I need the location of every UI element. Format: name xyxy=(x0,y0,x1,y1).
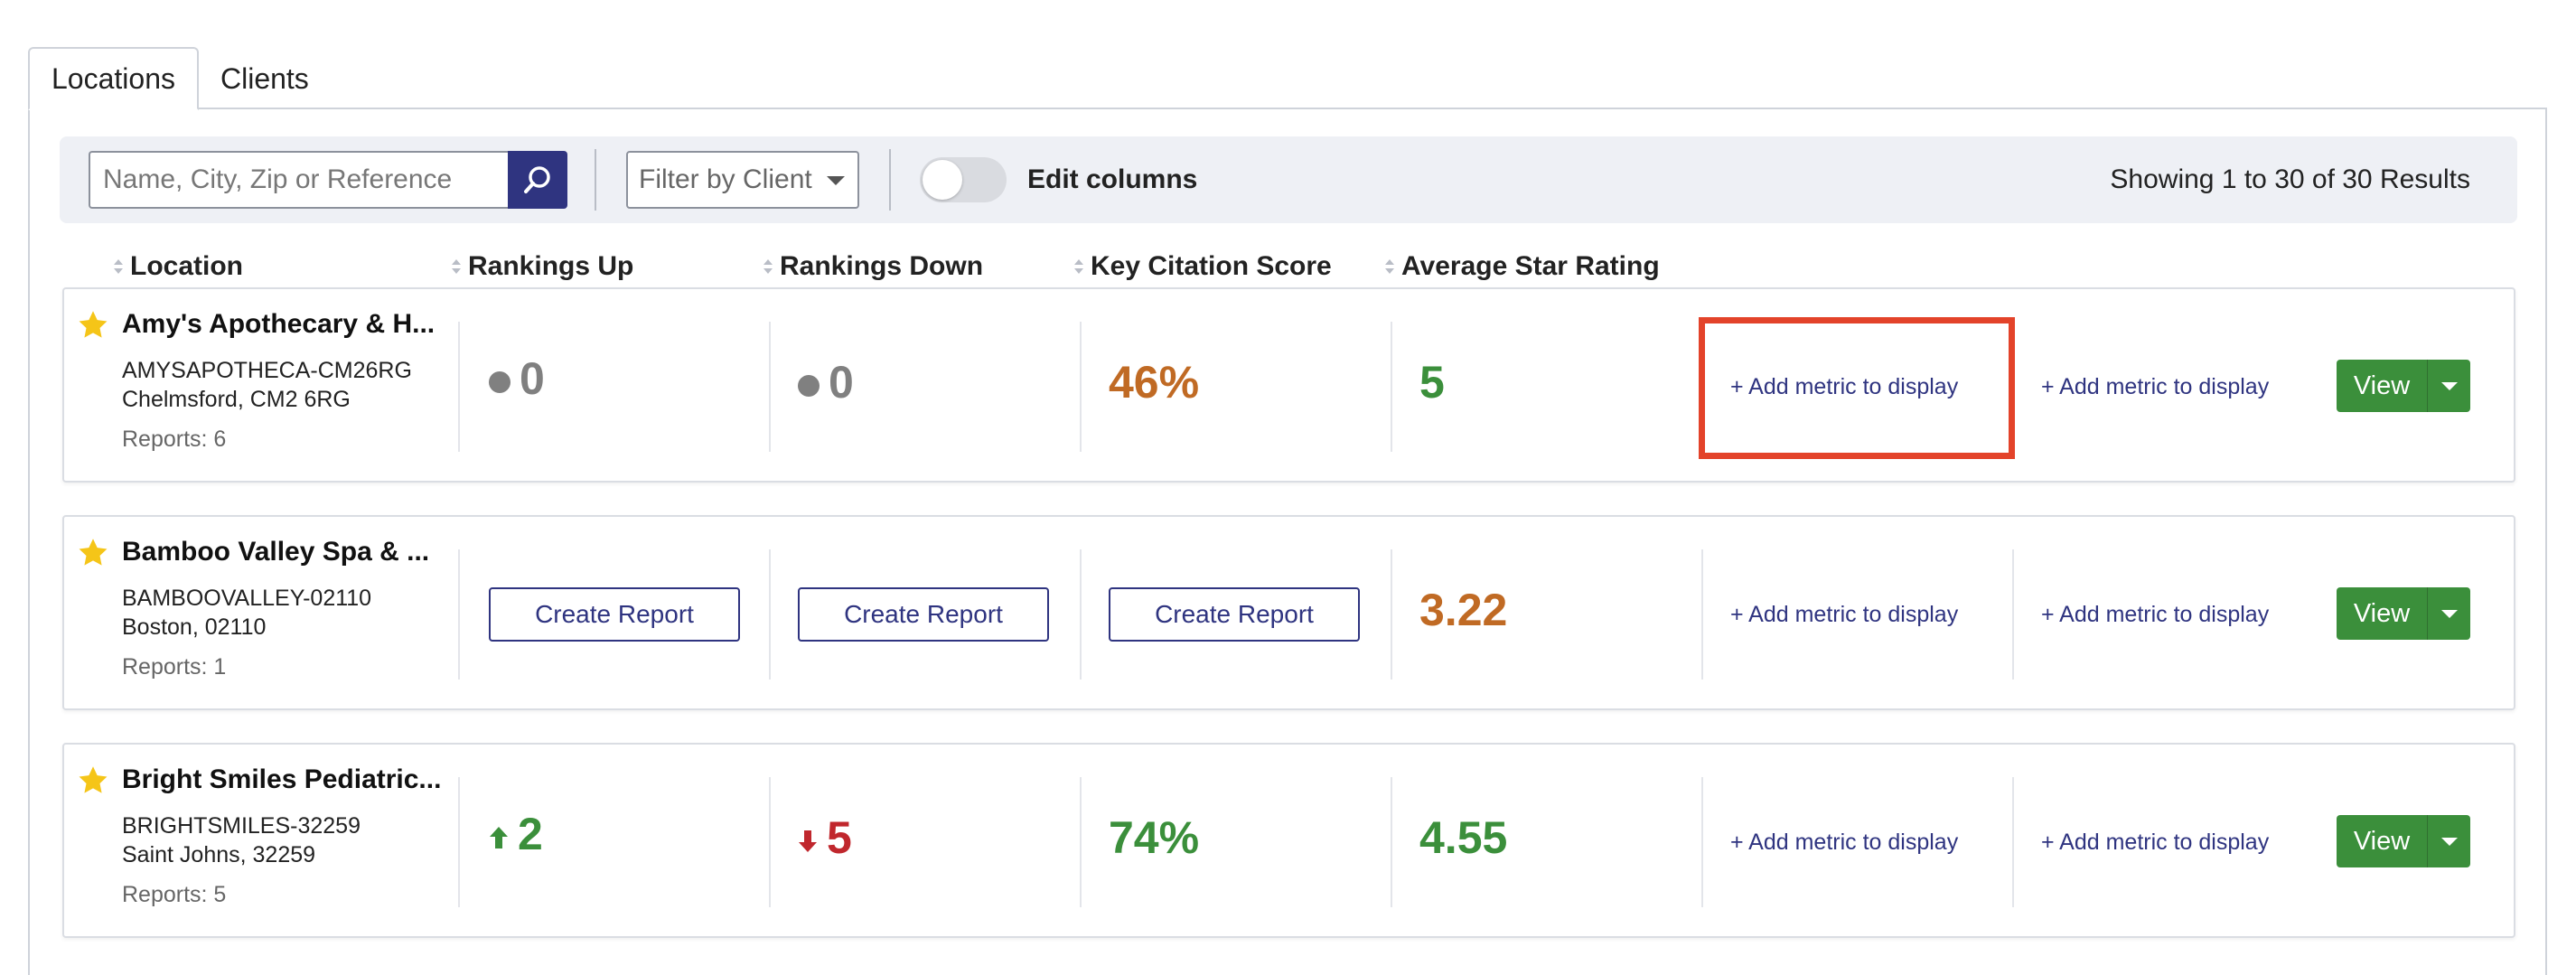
toolbar-divider xyxy=(889,149,891,211)
cell-divider xyxy=(769,549,771,680)
add-metric-link[interactable]: + Add metric to display xyxy=(2041,374,2269,400)
view-dropdown-toggle[interactable] xyxy=(2427,587,2470,640)
view-dropdown-toggle[interactable] xyxy=(2427,360,2470,412)
cell-divider xyxy=(458,777,460,907)
view-button-group: View xyxy=(2337,587,2470,640)
toolbar: Filter by Client Edit columns Showing 1 … xyxy=(60,136,2517,223)
cell-divider xyxy=(1080,322,1082,452)
cell-divider xyxy=(1391,549,1392,680)
column-header-rankings-up[interactable]: Rankings Up xyxy=(452,251,633,282)
sort-icon xyxy=(1074,258,1083,276)
arrow-down-icon xyxy=(799,830,817,852)
chevron-down-icon xyxy=(2440,381,2458,390)
citation-score-value: 74% xyxy=(1109,812,1200,863)
cell-divider xyxy=(1391,322,1392,452)
create-report-button[interactable]: Create Report xyxy=(1109,587,1360,642)
location-name[interactable]: Bright Smiles Pediatric... xyxy=(122,764,441,795)
results-count: Showing 1 to 30 of 30 Results xyxy=(2110,164,2470,194)
search-input[interactable] xyxy=(89,151,508,209)
cell-divider xyxy=(2012,777,2014,907)
edit-columns-toggle[interactable] xyxy=(920,157,1007,202)
search-icon xyxy=(524,166,550,193)
star-rating-value: 4.55 xyxy=(1419,812,1508,863)
location-name[interactable]: Amy's Apothecary & H... xyxy=(122,309,435,340)
cell-divider xyxy=(1701,777,1703,907)
cell-divider xyxy=(1080,777,1082,907)
table-row: Amy's Apothecary & H... AMYSAPOTHECA-CM2… xyxy=(62,287,2515,483)
star-icon[interactable] xyxy=(77,764,109,797)
location-reference: BAMBOOVALLEY-02110 xyxy=(122,586,372,611)
location-reference: AMYSAPOTHECA-CM26RG xyxy=(122,358,412,383)
star-icon[interactable] xyxy=(77,537,109,569)
location-name[interactable]: Bamboo Valley Spa & ... xyxy=(122,537,429,567)
column-header-location[interactable]: Location xyxy=(114,251,243,282)
cell-divider xyxy=(1701,322,1703,452)
location-city: Boston, 02110 xyxy=(122,614,267,640)
toggle-knob xyxy=(923,160,962,200)
cell-divider xyxy=(458,549,460,680)
cell-divider xyxy=(458,322,460,452)
cell-divider xyxy=(1701,549,1703,680)
star-icon[interactable] xyxy=(77,309,109,342)
cell-divider xyxy=(1391,777,1392,907)
create-report-button[interactable]: Create Report xyxy=(489,587,740,642)
location-city: Saint Johns, 32259 xyxy=(122,842,316,867)
star-rating-value: 3.22 xyxy=(1419,585,1508,635)
rankings-down-value: 0 xyxy=(798,356,854,408)
cell-divider xyxy=(2012,549,2014,680)
sort-icon xyxy=(763,258,773,276)
chevron-down-icon xyxy=(2440,837,2458,846)
view-button[interactable]: View xyxy=(2337,360,2427,412)
cell-divider xyxy=(2012,322,2014,452)
neutral-dot-icon xyxy=(798,375,820,397)
rankings-up-value: 2 xyxy=(489,808,543,860)
add-metric-link[interactable]: + Add metric to display xyxy=(2041,830,2269,856)
column-header-key-citation-score[interactable]: Key Citation Score xyxy=(1074,251,1332,282)
add-metric-link[interactable]: + Add metric to display xyxy=(1730,830,1958,856)
view-dropdown-toggle[interactable] xyxy=(2427,815,2470,867)
sort-icon xyxy=(114,258,123,276)
tab-clients[interactable]: Clients xyxy=(199,47,331,110)
search-button[interactable] xyxy=(508,151,567,209)
location-reports: Reports: 1 xyxy=(122,654,227,680)
cell-divider xyxy=(1080,549,1082,680)
view-button-group: View xyxy=(2337,815,2470,867)
location-city: Chelmsford, CM2 6RG xyxy=(122,387,351,412)
view-button-group: View xyxy=(2337,360,2470,412)
sort-icon xyxy=(1385,258,1394,276)
chevron-down-icon xyxy=(2440,609,2458,618)
chevron-down-icon xyxy=(827,176,845,185)
location-reports: Reports: 6 xyxy=(122,427,227,452)
column-header-average-star-rating[interactable]: Average Star Rating xyxy=(1385,251,1660,282)
client-filter-select[interactable]: Filter by Client xyxy=(626,151,859,209)
rankings-up-value: 0 xyxy=(489,352,545,405)
edit-columns-label: Edit columns xyxy=(1027,164,1198,194)
column-header-rankings-down[interactable]: Rankings Down xyxy=(763,251,983,282)
cell-divider xyxy=(769,777,771,907)
star-rating-value: 5 xyxy=(1419,357,1445,408)
create-report-button[interactable]: Create Report xyxy=(798,587,1049,642)
location-reference: BRIGHTSMILES-32259 xyxy=(122,813,361,839)
citation-score-value: 46% xyxy=(1109,357,1200,408)
add-metric-link[interactable]: + Add metric to display xyxy=(1730,374,1958,400)
toolbar-divider xyxy=(595,149,596,211)
neutral-dot-icon xyxy=(489,371,511,393)
rankings-down-value: 5 xyxy=(798,811,852,864)
view-button[interactable]: View xyxy=(2337,587,2427,640)
cell-divider xyxy=(769,322,771,452)
view-button[interactable]: View xyxy=(2337,815,2427,867)
sort-icon xyxy=(452,258,461,276)
arrow-up-icon xyxy=(490,827,508,848)
tab-locations[interactable]: Locations xyxy=(28,47,199,110)
add-metric-link[interactable]: + Add metric to display xyxy=(1730,602,1958,628)
add-metric-link[interactable]: + Add metric to display xyxy=(2041,602,2269,628)
tab-bar: Locations Clients xyxy=(28,47,331,110)
client-filter-placeholder: Filter by Client xyxy=(639,164,812,194)
location-reports: Reports: 5 xyxy=(122,882,227,907)
table-row: Bamboo Valley Spa & ... BAMBOOVALLEY-021… xyxy=(62,515,2515,710)
table-row: Bright Smiles Pediatric... BRIGHTSMILES-… xyxy=(62,743,2515,938)
